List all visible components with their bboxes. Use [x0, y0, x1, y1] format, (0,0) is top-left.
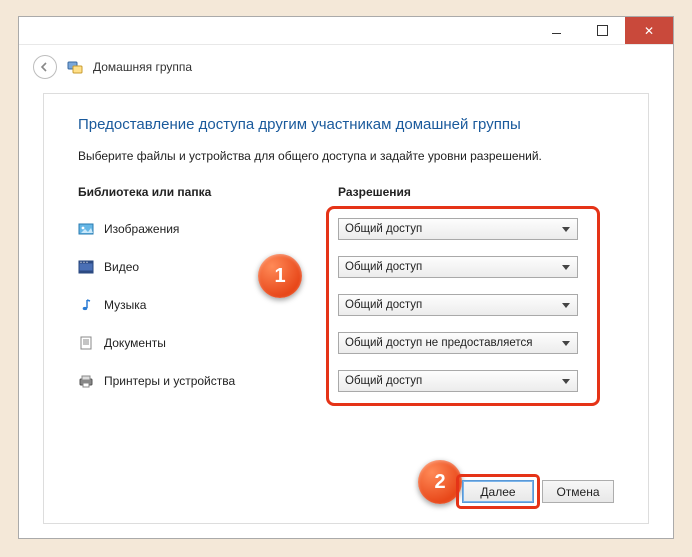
window-title: Домашняя группа	[93, 60, 192, 74]
row-music: Музыка Общий доступ	[78, 286, 614, 324]
page-heading: Предоставление доступа другим участникам…	[78, 116, 614, 133]
close-button[interactable]	[625, 17, 673, 44]
header: Домашняя группа	[19, 45, 673, 93]
row-documents: Документы Общий доступ не предоставляетс…	[78, 324, 614, 362]
sharing-rows: 1 Изображения Общий доступ Видео Общий д…	[78, 210, 614, 400]
printers-icon	[78, 373, 94, 389]
column-permissions: Разрешения	[338, 185, 614, 199]
maximize-button[interactable]	[579, 17, 625, 44]
documents-icon	[78, 335, 94, 351]
combo-pictures[interactable]: Общий доступ	[338, 218, 578, 240]
row-pictures: Изображения Общий доступ	[78, 210, 614, 248]
label-video: Видео	[104, 260, 139, 274]
label-music: Музыка	[104, 298, 146, 312]
row-printers: Принтеры и устройства Общий доступ	[78, 362, 614, 400]
homegroup-icon	[67, 59, 83, 75]
titlebar	[19, 17, 673, 45]
callout-2: 2	[418, 460, 462, 504]
callout-1: 1	[258, 254, 302, 298]
cancel-button[interactable]: Отмена	[542, 480, 614, 503]
content-panel: Предоставление доступа другим участникам…	[43, 93, 649, 524]
row-video: Видео Общий доступ	[78, 248, 614, 286]
footer-buttons: 2 Далее Отмена	[78, 444, 614, 503]
label-documents: Документы	[104, 336, 166, 350]
video-icon	[78, 259, 94, 275]
combo-music[interactable]: Общий доступ	[338, 294, 578, 316]
combo-video[interactable]: Общий доступ	[338, 256, 578, 278]
combo-documents[interactable]: Общий доступ не предоставляется	[338, 332, 578, 354]
page-subheading: Выберите файлы и устройства для общего д…	[78, 149, 614, 163]
back-button[interactable]	[33, 55, 57, 79]
label-pictures: Изображения	[104, 222, 179, 236]
next-button[interactable]: Далее	[462, 480, 534, 503]
homegroup-window: Домашняя группа Предоставление доступа д…	[18, 16, 674, 539]
label-printers: Принтеры и устройства	[104, 374, 235, 388]
minimize-button[interactable]	[533, 17, 579, 44]
pictures-icon	[78, 221, 94, 237]
column-headers: Библиотека или папка Разрешения	[78, 185, 614, 210]
column-library: Библиотека или папка	[78, 185, 338, 199]
music-icon	[78, 297, 94, 313]
combo-printers[interactable]: Общий доступ	[338, 370, 578, 392]
